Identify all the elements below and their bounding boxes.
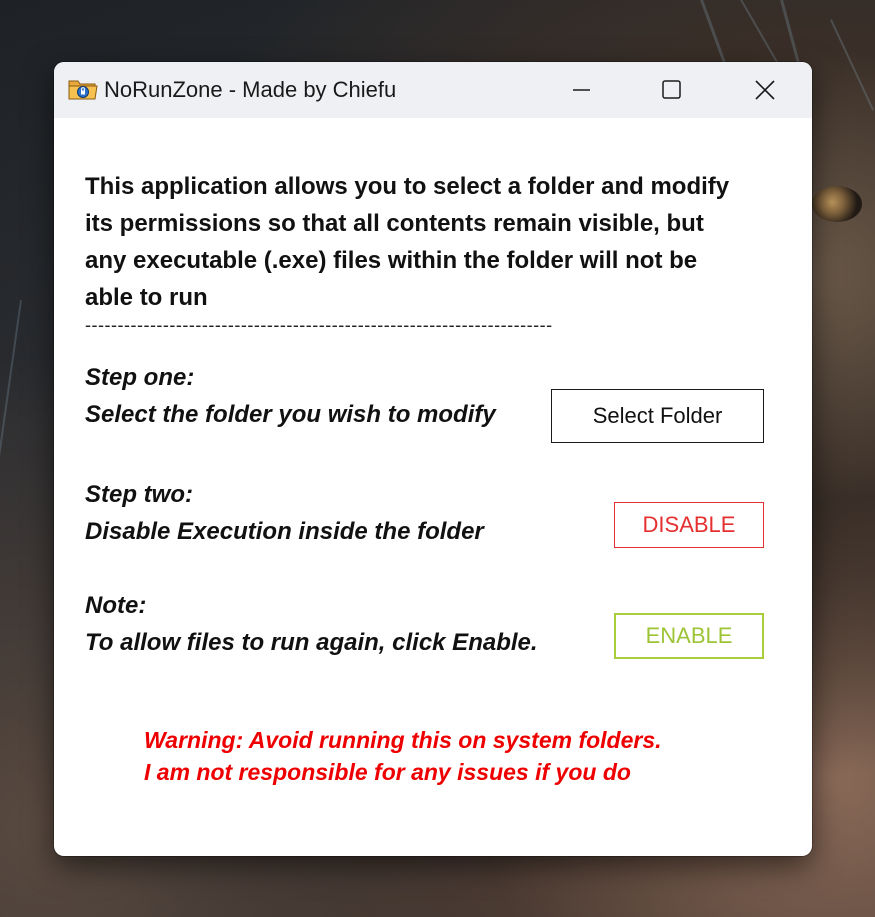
step-one-heading: Step one:	[85, 364, 195, 391]
wallpaper-eye	[812, 186, 862, 222]
intro-line: any executable (.exe) files within the f…	[85, 247, 698, 274]
wallpaper-strand	[830, 19, 875, 111]
close-button[interactable]	[718, 62, 808, 118]
intro-line: able to run	[85, 284, 208, 311]
section-divider: ----------------------------------------…	[85, 315, 553, 335]
close-icon	[755, 80, 775, 100]
enable-button[interactable]: ENABLE	[614, 613, 764, 659]
warning-line: I am not responsible for any issues if y…	[144, 759, 631, 785]
folder-lock-icon	[68, 77, 98, 101]
step-one-text: Select the folder you wish to modify	[85, 401, 496, 428]
wallpaper-strand	[0, 300, 22, 499]
warning-message: Warning: Avoid running this on system fo…	[144, 724, 662, 788]
window-title: NoRunZone - Made by Chiefu	[104, 77, 397, 102]
minimize-button[interactable]	[536, 62, 626, 118]
maximize-button[interactable]	[626, 62, 716, 118]
wallpaper-strand	[780, 0, 802, 68]
intro-line: This application allows you to select a …	[85, 173, 730, 200]
window-content: This application allows you to select a …	[54, 118, 812, 856]
warning-line: Warning: Avoid running this on system fo…	[144, 727, 662, 753]
minimize-icon	[573, 89, 590, 91]
step-two-text: Disable Execution inside the folder	[85, 518, 484, 545]
select-folder-button[interactable]: Select Folder	[551, 389, 764, 443]
note-heading: Note:	[85, 592, 147, 619]
note-text: To allow files to run again, click Enabl…	[85, 629, 538, 656]
step-one-section: Step one: Select the folder you wish to …	[85, 359, 496, 433]
intro-description: This application allows you to select a …	[85, 168, 785, 316]
intro-line: its permissions so that all contents rem…	[85, 210, 704, 237]
disable-button[interactable]: DISABLE	[614, 502, 764, 548]
maximize-icon	[662, 80, 681, 99]
step-two-section: Step two: Disable Execution inside the f…	[85, 476, 484, 550]
title-bar[interactable]: NoRunZone - Made by Chiefu	[54, 62, 812, 118]
app-window: NoRunZone - Made by Chiefu This applicat…	[54, 62, 812, 856]
step-two-heading: Step two:	[85, 481, 193, 508]
note-section: Note: To allow files to run again, click…	[85, 587, 538, 661]
